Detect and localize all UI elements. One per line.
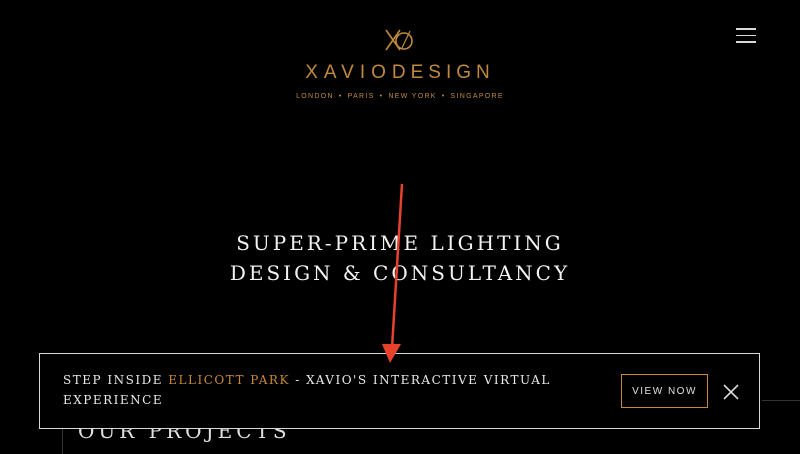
banner-highlight-link[interactable]: ELLICOTT PARK <box>168 373 290 387</box>
xo-monogram-icon[interactable] <box>380 26 420 56</box>
banner-message: STEP INSIDE ELLICOTT PARK - XAVIO'S INTE… <box>63 370 593 410</box>
city-new-york: NEW YORK <box>388 93 437 100</box>
office-locations: LONDON • PARIS • NEW YORK • SINGAPORE <box>0 93 800 100</box>
separator-dot: • <box>338 93 343 100</box>
banner-text-prefix: STEP INSIDE <box>63 373 169 387</box>
brand-name-xavio: XAVIO <box>305 62 392 83</box>
hamburger-menu-icon[interactable] <box>736 28 756 46</box>
city-singapore: SINGAPORE <box>450 93 504 100</box>
brand-wordmark[interactable]: XAVIODESIGN <box>0 62 800 84</box>
view-now-button[interactable]: VIEW NOW <box>621 374 708 408</box>
promo-banner: STEP INSIDE ELLICOTT PARK - XAVIO'S INTE… <box>39 353 760 429</box>
city-london: LONDON <box>296 93 334 100</box>
city-paris: PARIS <box>347 93 375 100</box>
hero-line-2: DESIGN & CONSULTANCY <box>229 261 571 285</box>
divider-line <box>62 429 63 454</box>
brand-name-design: DESIGN <box>391 62 495 83</box>
site-header: XAVIODESIGN LONDON • PARIS • NEW YORK • SINGAP… <box>0 26 800 100</box>
close-icon[interactable] <box>722 383 740 401</box>
separator-dot: • <box>441 93 446 100</box>
separator-dot: • <box>379 93 384 100</box>
hero-heading: SUPER-PRIME LIGHTING DESIGN & CONSULTANC… <box>0 228 800 288</box>
divider-line <box>762 400 800 401</box>
hero-line-1: SUPER-PRIME LIGHTING <box>236 231 564 255</box>
